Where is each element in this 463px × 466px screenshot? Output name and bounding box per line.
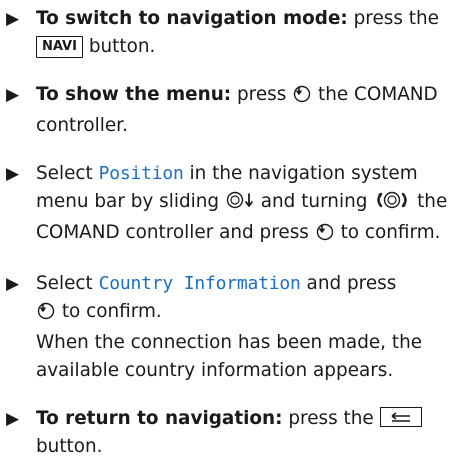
- step-text: and turning: [254, 191, 374, 212]
- step-heading: To show the menu:: [36, 84, 232, 105]
- step-text: Select: [36, 273, 99, 294]
- step-text: to confirm.: [334, 222, 441, 243]
- step-text: button.: [82, 36, 156, 57]
- press-controller-icon: [315, 221, 335, 250]
- step-heading: To return to navigation:: [36, 408, 283, 429]
- menu-item-position: Position: [98, 163, 184, 184]
- step-return-to-navigation: ▶ To return to navigation: press the but…: [0, 405, 463, 461]
- navi-key: NAVI: [36, 36, 83, 58]
- back-key-icon: [379, 407, 422, 427]
- step-text: button.: [36, 436, 103, 457]
- triangle-right-icon: ▶: [6, 164, 20, 184]
- step-select-position: ▶ Select Position in the navigation syst…: [0, 160, 463, 250]
- step-text: Select: [36, 163, 99, 184]
- menu-item-country-information: Country Information: [98, 273, 301, 294]
- step-text: press: [231, 84, 293, 105]
- instruction-page: ▶ To switch to navigation mode: press th…: [0, 5, 463, 466]
- slide-down-controller-icon: [225, 190, 255, 219]
- step-text: press the: [282, 408, 380, 429]
- triangle-right-icon: ▶: [6, 409, 20, 429]
- step-select-country-information: ▶ Select Country Information and press t…: [0, 270, 463, 385]
- triangle-right-icon: ▶: [6, 274, 20, 294]
- step-text: and press: [300, 273, 397, 294]
- triangle-right-icon: ▶: [6, 85, 20, 105]
- triangle-right-icon: ▶: [6, 9, 20, 29]
- press-controller-icon: [292, 83, 312, 112]
- step-text: to confirm.: [56, 301, 162, 322]
- step-switch-to-navigation: ▶ To switch to navigation mode: press th…: [0, 5, 463, 61]
- step-result: When the connection has been made, the a…: [36, 332, 423, 381]
- turn-controller-icon: [373, 190, 411, 219]
- step-text: press the: [347, 8, 439, 29]
- step-heading: To switch to navigation mode:: [36, 8, 348, 29]
- press-controller-icon: [36, 300, 56, 329]
- step-show-menu: ▶ To show the menu: press the COMAND con…: [0, 81, 463, 140]
